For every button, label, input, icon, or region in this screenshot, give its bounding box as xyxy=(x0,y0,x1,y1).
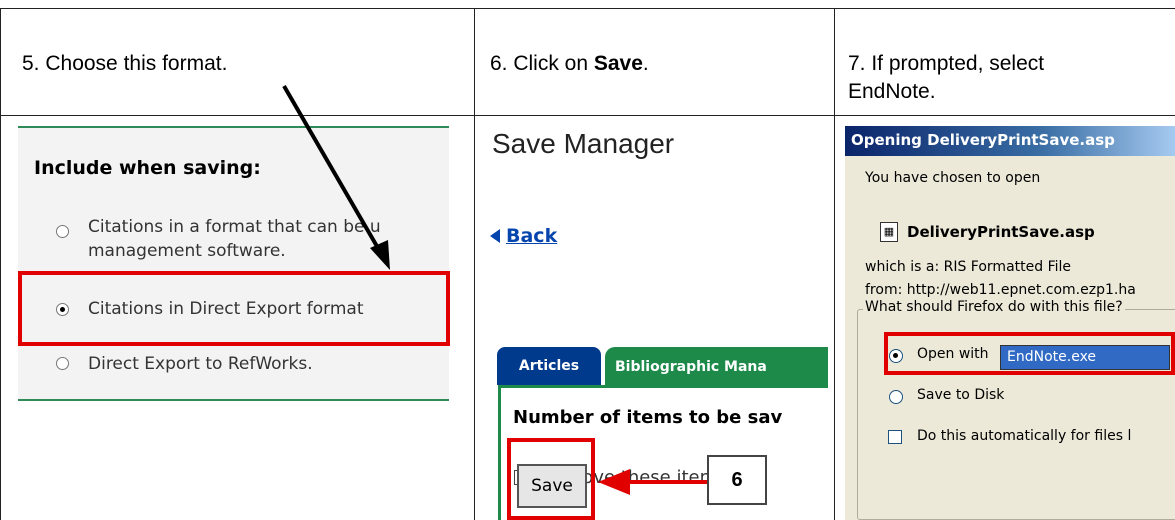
highlight-open-with xyxy=(884,332,1175,375)
opening-file-dialog: Opening DeliveryPrintSave.asp You have c… xyxy=(845,126,1175,520)
action-group-label: What should Firefox do with this file? xyxy=(863,299,1125,315)
file-icon: ▦ xyxy=(880,222,898,242)
dialog-title-bar: Opening DeliveryPrintSave.asp xyxy=(845,126,1175,156)
dialog-title: Opening DeliveryPrintSave.asp xyxy=(851,131,1115,149)
auto-action-checkbox[interactable] xyxy=(888,430,902,444)
step-callout-badge: 6 xyxy=(707,455,767,505)
file-type-text: which is a: RIS Formatted File xyxy=(865,259,1072,275)
save-to-disk-radio[interactable] xyxy=(889,390,903,404)
dialog-file-name: DeliveryPrintSave.asp xyxy=(907,223,1095,241)
chosen-to-open-text: You have chosen to open xyxy=(865,170,1041,186)
file-source-text: from: http://web11.epnet.com.ezp1.ha xyxy=(865,282,1136,298)
save-to-disk-label: Save to Disk xyxy=(917,387,1005,403)
auto-action-label: Do this automatically for files l xyxy=(917,428,1132,444)
